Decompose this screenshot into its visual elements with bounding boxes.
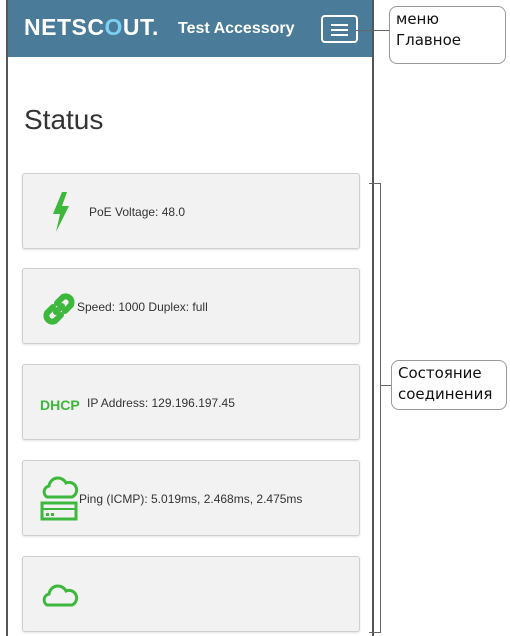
logo-text-prefix: NETSC xyxy=(24,14,105,40)
status-callout-line1: Состояние xyxy=(398,364,482,382)
status-bracket-vertical xyxy=(380,183,381,632)
link-icon xyxy=(43,293,75,325)
hamburger-icon-bar xyxy=(331,24,348,26)
main-menu-button[interactable] xyxy=(321,15,358,43)
bolt-icon xyxy=(53,192,69,232)
status-card-poe: PoE Voltage: 48.0 xyxy=(22,173,360,249)
top-navbar: NETSCOUT. Test Accessory xyxy=(8,0,372,57)
menu-callout-line xyxy=(356,30,389,31)
logo-text-o: O xyxy=(104,14,123,40)
status-card-cloud xyxy=(22,556,360,632)
status-bracket-bottom xyxy=(369,632,381,633)
cloud-server-icon xyxy=(40,476,79,521)
netscout-logo[interactable]: NETSCOUT. xyxy=(24,14,159,41)
logo-text-suffix: UT. xyxy=(122,14,159,40)
poe-voltage-text: PoE Voltage: 48.0 xyxy=(89,205,186,219)
menu-callout: меню Главное xyxy=(389,6,506,64)
status-card-link: Speed: 1000 Duplex: full xyxy=(22,268,360,344)
page-title: Status xyxy=(24,104,104,135)
cloud-icon xyxy=(42,584,79,607)
ping-text: Ping (ICMP): 5.019ms, 2.468ms, 2.475ms xyxy=(79,492,303,506)
hamburger-icon-bar xyxy=(331,34,348,36)
status-card-dhcp: DHCP IP Address: 129.196.197.45 xyxy=(22,364,360,440)
ip-address-text: IP Address: 129.196.197.45 xyxy=(87,396,235,410)
menu-callout-line1: меню xyxy=(396,10,439,28)
status-callout-line2: соединения xyxy=(398,385,493,403)
status-card-ping: Ping (ICMP): 5.019ms, 2.468ms, 2.475ms xyxy=(22,460,360,536)
device-screen: NETSCOUT. Test Accessory Status PoE Volt… xyxy=(6,0,374,636)
menu-callout-line2: Главное xyxy=(396,31,461,49)
dhcp-label: DHCP xyxy=(40,397,80,413)
hamburger-icon-bar xyxy=(331,29,348,31)
link-speed-text: Speed: 1000 Duplex: full xyxy=(77,300,208,314)
status-callout: Состояние соединения xyxy=(391,360,507,410)
app-title: Test Accessory xyxy=(178,20,295,37)
